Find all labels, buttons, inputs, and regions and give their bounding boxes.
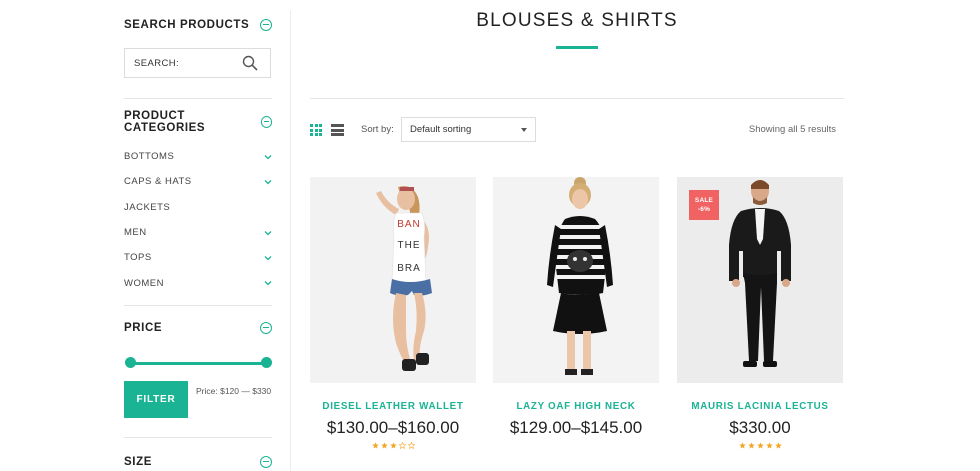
price-range-text: Price: $120 — $330 [196,386,272,396]
search-icon[interactable] [242,55,258,71]
category-list: BOTTOMS CAPS & HATS JACKETS MEN TOPS WOM… [124,144,272,296]
product-name[interactable]: DIESEL LEATHER WALLET [310,401,476,412]
chevron-down-icon[interactable] [264,229,272,237]
category-item-jackets[interactable]: JACKETS [124,195,272,220]
star-filled-icon [756,442,764,449]
category-item-bottoms[interactable]: BOTTOMS [124,144,272,169]
star-filled-icon [765,442,773,449]
product-price: $130.00–$160.00 [326,418,460,437]
star-empty-icon [398,442,406,449]
star-rating [310,442,476,452]
categories-widget-header[interactable]: PRODUCT CATEGORIES [124,110,272,134]
price-slider[interactable] [124,355,272,371]
sort-select[interactable]: Default sorting [401,117,536,142]
collapse-icon[interactable] [260,19,272,31]
search-widget-header[interactable]: SEARCH PRODUCTS [124,15,272,35]
product-name[interactable]: LAZY OAF HIGH NECK [493,401,659,412]
price-widget-title: PRICE [124,322,163,334]
slider-max-handle[interactable] [261,357,272,368]
chevron-down-icon[interactable] [264,178,272,186]
list-view-icon[interactable] [331,124,344,136]
search-label: SEARCH: [134,57,180,69]
price-widget-header[interactable]: PRICE [124,318,272,338]
chevron-down-icon[interactable] [264,279,272,287]
title-underline [556,46,598,49]
category-item-tops[interactable]: TOPS [124,245,272,270]
category-label[interactable]: TOPS [124,252,152,263]
sidebar-separator [290,10,291,471]
star-rating [677,442,843,452]
category-label[interactable]: MEN [124,227,147,238]
collapse-icon[interactable] [260,322,272,334]
header-divider [310,98,844,99]
sale-badge: SALE -6% [689,190,719,220]
search-input[interactable]: SEARCH: [124,48,271,78]
caret-down-icon [521,127,527,132]
tshirt-print-line-3: BRA [397,263,421,274]
chevron-down-icon[interactable] [264,153,272,161]
divider [124,98,272,99]
product-card[interactable]: SALE -6% MAURIS LACINIA LECTUS $330.00 [677,177,843,452]
product-price: $330.00 [729,418,791,437]
tshirt-print-line-2: THE [398,240,421,251]
slider-min-handle[interactable] [125,357,136,368]
star-filled-icon [738,442,746,449]
star-filled-icon [774,442,782,449]
sort-label: Sort by: [361,124,394,135]
star-filled-icon [371,442,379,449]
tshirt-print-line-1: BAN [397,219,421,230]
collapse-icon[interactable] [260,456,272,468]
star-filled-icon [380,442,388,449]
chevron-down-icon[interactable] [264,254,272,262]
slider-track [130,362,266,365]
filter-button[interactable]: FILTER [124,381,188,418]
category-item-men[interactable]: MEN [124,220,272,245]
sale-badge-label: SALE [694,197,714,204]
category-item-caps-hats[interactable]: CAPS & HATS [124,169,272,194]
product-photo-woman-striped-top [493,177,659,383]
product-card[interactable]: LAZY OAF HIGH NECK $129.00–$145.00 [493,177,659,438]
size-widget-header[interactable]: SIZE [124,452,272,471]
star-empty-icon [407,442,415,449]
category-label[interactable]: BOTTOMS [124,151,174,162]
product-image[interactable] [493,177,659,383]
star-filled-icon [389,442,397,449]
category-label[interactable]: WOMEN [124,278,164,289]
product-image[interactable]: BAN THE BRA [310,177,476,383]
categories-widget-title: PRODUCT CATEGORIES [124,110,206,134]
category-item-women[interactable]: WOMEN [124,270,272,295]
search-widget-title: SEARCH PRODUCTS [124,19,250,31]
page-title: BLOUSES & SHIRTS [476,10,678,31]
divider [124,437,272,438]
product-image[interactable]: SALE -6% [677,177,843,383]
star-filled-icon [747,442,755,449]
product-card[interactable]: BAN THE BRA DIESEL LEATHER WALLET $130.0… [310,177,476,452]
grid-view-icon[interactable] [310,124,322,136]
size-widget-title: SIZE [124,456,152,468]
results-count: Showing all 5 results [748,124,836,135]
product-name[interactable]: MAURIS LACINIA LECTUS [677,401,843,412]
product-photo-woman-tank: BAN THE BRA [310,177,476,383]
category-label[interactable]: CAPS & HATS [124,176,192,187]
sort-value: Default sorting [410,124,472,135]
collapse-icon[interactable] [260,116,272,128]
sale-badge-percent: -6% [697,206,711,213]
divider [124,305,272,306]
category-label[interactable]: JACKETS [124,202,170,213]
product-price: $129.00–$145.00 [509,418,643,437]
